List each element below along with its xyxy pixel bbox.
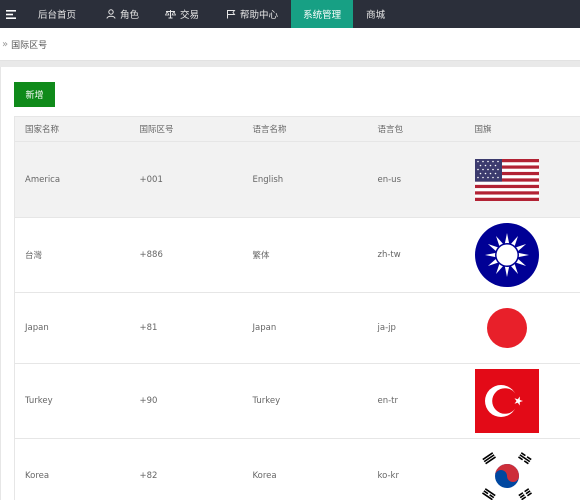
column-header-language-pack: 语言包 xyxy=(377,116,475,142)
country-code: +886 xyxy=(139,217,253,293)
turkey-flag-icon xyxy=(474,369,539,433)
nav-item-mall[interactable]: 商城 xyxy=(353,0,398,28)
nav-item-system-management[interactable]: 系统管理 xyxy=(291,0,354,28)
language-name: Korea xyxy=(252,438,378,500)
flag-cell xyxy=(474,438,580,500)
table-row[interactable]: Korea +82 Korea ko-kr xyxy=(14,438,580,500)
country-code: +82 xyxy=(139,438,253,500)
language-pack: ja-jp xyxy=(377,292,475,364)
blue-sky-white-sun-flag-icon xyxy=(474,223,539,287)
flag-cell xyxy=(474,363,580,439)
breadcrumb-chevron-icon: » xyxy=(2,38,9,50)
language-pack: zh-tw xyxy=(377,217,475,293)
breadcrumb: » 国际区号 xyxy=(0,28,580,61)
flag-cell xyxy=(474,292,580,364)
nav-item-home[interactable]: 后台首页 xyxy=(22,0,92,28)
country-name: Turkey xyxy=(14,363,140,439)
top-nav: 后台首页 角色 交易 帮助中心 系统管理 商城 xyxy=(0,0,580,28)
country-name: Korea xyxy=(14,438,140,500)
nav-item-label: 帮助中心 xyxy=(240,10,279,21)
user-icon xyxy=(105,9,116,20)
country-name: 台灣 xyxy=(14,217,140,293)
country-name: America xyxy=(14,141,140,218)
column-header-language: 语言名称 xyxy=(252,116,378,142)
flag-icon xyxy=(225,9,236,20)
japan-flag-icon xyxy=(486,308,527,348)
nav-item-label: 角色 xyxy=(120,10,140,21)
flag-cell xyxy=(474,217,580,293)
table-row[interactable]: America +001 English en-us xyxy=(14,141,580,218)
language-name: 繁体 xyxy=(252,217,378,293)
nav-item-roles[interactable]: 角色 xyxy=(92,0,152,28)
table-row[interactable]: 台灣 +886 繁体 zh-tw xyxy=(14,217,580,293)
breadcrumb-current[interactable]: 国际区号 xyxy=(11,38,47,51)
korea-flag-icon xyxy=(474,444,539,500)
nav-item-label: 商城 xyxy=(366,10,386,21)
column-header-country: 国家名称 xyxy=(14,116,140,142)
menu-toggle-icon[interactable] xyxy=(0,0,22,28)
language-name: English xyxy=(252,141,378,218)
flag-cell xyxy=(474,141,580,218)
nav-item-trade[interactable]: 交易 xyxy=(152,0,212,28)
nav-item-label: 系统管理 xyxy=(303,10,342,21)
country-code: +81 xyxy=(139,292,253,364)
nav-item-label: 交易 xyxy=(180,10,200,21)
country-code: +90 xyxy=(139,363,253,439)
table-row[interactable]: Japan +81 Japan ja-jp xyxy=(14,292,580,364)
language-name: Turkey xyxy=(252,363,378,439)
content-panel: 新增 国家名称 国际区号 语言名称 语言包 国旗 America +001 En… xyxy=(0,67,580,500)
column-header-code: 国际区号 xyxy=(139,116,253,142)
usa-flag-icon xyxy=(474,158,539,201)
country-name: Japan xyxy=(14,292,140,364)
country-code: +001 xyxy=(139,141,253,218)
country-code-table: 国家名称 国际区号 语言名称 语言包 国旗 America +001 Engli… xyxy=(14,116,580,500)
add-button[interactable]: 新增 xyxy=(14,82,55,107)
table-header-row: 国家名称 国际区号 语言名称 语言包 国旗 xyxy=(14,116,580,142)
nav-item-help-center[interactable]: 帮助中心 xyxy=(212,0,291,28)
scale-icon xyxy=(165,9,177,20)
language-name: Japan xyxy=(252,292,378,364)
language-pack: ko-kr xyxy=(377,438,475,500)
language-pack: en-tr xyxy=(377,363,475,439)
column-header-flag: 国旗 xyxy=(474,116,580,142)
nav-item-label: 后台首页 xyxy=(38,10,77,21)
table-row[interactable]: Turkey +90 Turkey en-tr xyxy=(14,363,580,439)
language-pack: en-us xyxy=(377,141,475,218)
